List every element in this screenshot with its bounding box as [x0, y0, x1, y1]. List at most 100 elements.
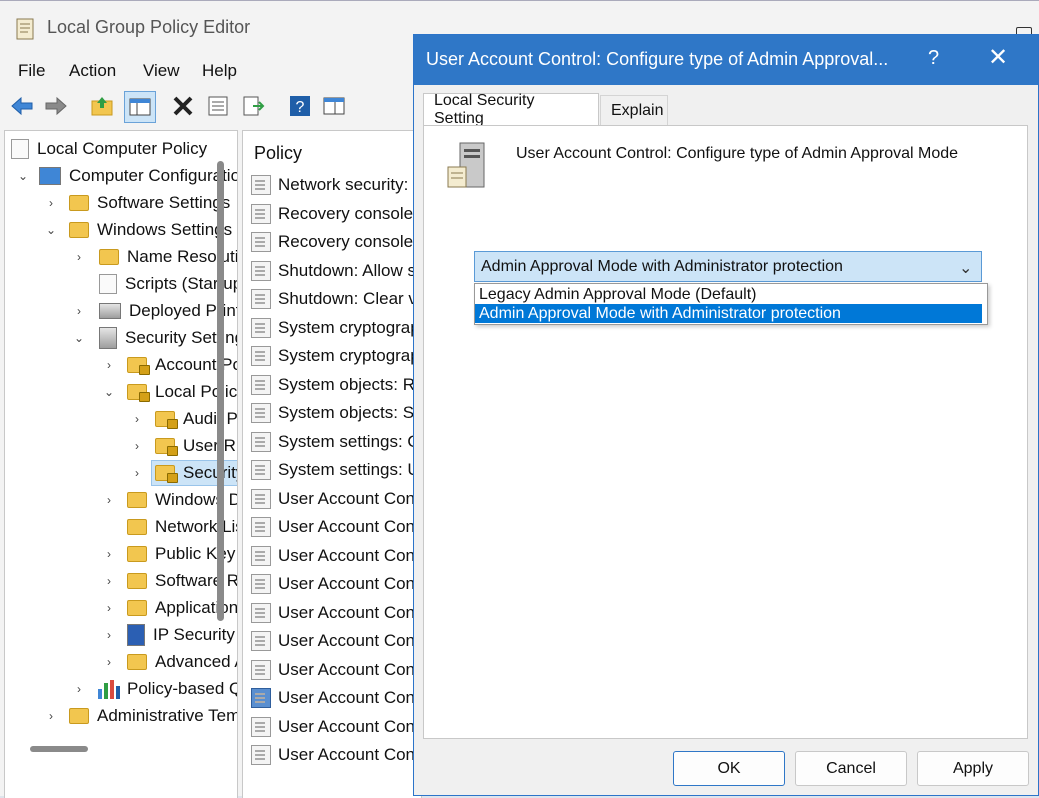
policy-icon: [251, 603, 271, 623]
option-legacy[interactable]: Legacy Admin Approval Mode (Default): [475, 285, 982, 304]
policy-row[interactable]: Shutdown: Allow system to be shut down w…: [251, 258, 421, 284]
chevron-down-icon[interactable]: ⌄: [45, 223, 57, 237]
chevron-right-icon[interactable]: ›: [73, 250, 85, 264]
menu-view[interactable]: View: [143, 61, 180, 81]
policy-row[interactable]: User Account Control: Behavior of the el…: [251, 571, 421, 597]
chevron-right-icon[interactable]: ›: [103, 628, 115, 642]
apply-button[interactable]: Apply: [917, 751, 1029, 786]
menu-help[interactable]: Help: [202, 61, 237, 81]
tree-item[interactable]: Software Settings: [69, 190, 230, 216]
chevron-down-icon[interactable]: ⌄: [73, 331, 85, 345]
tree-horizontal-scrollbar[interactable]: [30, 746, 88, 752]
folder-icon: [127, 546, 147, 562]
policy-row[interactable]: Network security: Restrict NTLM: [251, 172, 421, 198]
chevron-right-icon[interactable]: ›: [131, 412, 143, 426]
folder-icon: [69, 708, 89, 724]
delete-icon[interactable]: [170, 93, 196, 119]
help-icon[interactable]: ?: [287, 93, 313, 119]
chevron-right-icon[interactable]: ›: [131, 466, 143, 480]
tree-vertical-scrollbar[interactable]: [217, 161, 224, 621]
policy-row-selected[interactable]: User Account Control: Configure type of …: [251, 685, 421, 711]
policy-icon: [251, 631, 271, 651]
policy-column-header[interactable]: Policy: [254, 143, 302, 164]
menu-action[interactable]: Action: [69, 61, 116, 81]
tree-item[interactable]: Audit Policy: [155, 406, 237, 432]
policy-row[interactable]: System objects: Require case insensitivi…: [251, 372, 421, 398]
tree-item[interactable]: Local Computer Policy: [11, 136, 207, 162]
chevron-down-icon[interactable]: ⌄: [959, 258, 972, 278]
export-icon[interactable]: [240, 93, 266, 119]
tab-local-security-setting[interactable]: Local Security Setting: [423, 92, 599, 127]
properties-dialog: User Account Control: Configure type of …: [413, 34, 1039, 796]
policy-row[interactable]: User Account Control: Admin Approval Mod…: [251, 486, 421, 512]
app-title: Local Group Policy Editor: [47, 17, 251, 37]
tree-item[interactable]: Advanced Audit Policy Configuration: [127, 649, 237, 675]
tree-item[interactable]: User Rights Assignment: [155, 433, 237, 459]
policy-row[interactable]: System objects: Strengthen default permi…: [251, 400, 421, 426]
policy-icon: [251, 232, 271, 252]
option-admin-protection[interactable]: Admin Approval Mode with Administrator p…: [475, 304, 982, 323]
policy-row[interactable]: User Account Control: Only elevate execu…: [251, 628, 421, 654]
tree-item[interactable]: Administrative Templates: [69, 703, 237, 729]
policy-icon: [251, 289, 271, 309]
chevron-down-icon[interactable]: ⌄: [17, 169, 29, 183]
policy-row[interactable]: Recovery console: Allow automatic admini…: [251, 201, 421, 227]
policy-icon: [251, 318, 271, 338]
policy-row[interactable]: User Account Control: Detect application…: [251, 600, 421, 626]
policy-row[interactable]: Shutdown: Clear virtual memory pagefile: [251, 286, 421, 312]
chevron-right-icon[interactable]: ›: [103, 601, 115, 615]
tree-pane: Local Computer Policy ⌄ Computer Configu…: [4, 130, 238, 798]
tree-item-selected[interactable]: Security Options: [151, 460, 237, 486]
svg-text:?: ?: [296, 99, 305, 116]
menu-file[interactable]: File: [18, 61, 45, 81]
back-arrow-icon[interactable]: [9, 93, 35, 119]
policy-row[interactable]: System settings: Optional subsystems: [251, 429, 421, 455]
policy-row[interactable]: User Account Control: Switch to the secu…: [251, 742, 421, 768]
tree-item[interactable]: Computer Configuration: [39, 163, 237, 189]
chevron-right-icon[interactable]: ›: [103, 493, 115, 507]
chevron-right-icon[interactable]: ›: [103, 547, 115, 561]
chevron-right-icon[interactable]: ›: [73, 682, 85, 696]
folder-icon: [127, 600, 147, 616]
close-icon[interactable]: ✕: [988, 43, 1008, 72]
policy-row[interactable]: System settings: Use certificate rules: [251, 457, 421, 483]
chevron-right-icon[interactable]: ›: [131, 439, 143, 453]
policy-icon: [251, 346, 271, 366]
forward-arrow-icon[interactable]: [43, 93, 69, 119]
up-folder-icon[interactable]: [89, 93, 115, 119]
chevron-right-icon[interactable]: ›: [103, 574, 115, 588]
policy-row[interactable]: Recovery console: Allow floppy copy and …: [251, 229, 421, 255]
policy-icon: [251, 432, 271, 452]
show-hide-tree-icon[interactable]: [124, 91, 156, 123]
ok-button[interactable]: OK: [673, 751, 785, 786]
policy-icon: [251, 204, 271, 224]
console-icon[interactable]: [321, 93, 347, 119]
folder-icon: [127, 654, 147, 670]
approval-mode-select[interactable]: Admin Approval Mode with Administrator p…: [474, 251, 982, 282]
cancel-button[interactable]: Cancel: [795, 751, 907, 786]
policy-icon: [251, 688, 271, 708]
policy-row[interactable]: User Account Control: Only elevate UIAcc…: [251, 657, 421, 683]
policy-row[interactable]: User Account Control: Behavior of the el…: [251, 543, 421, 569]
tree-item[interactable]: Policy-based QoS: [97, 676, 237, 702]
chevron-right-icon[interactable]: ›: [73, 304, 85, 318]
properties-icon[interactable]: [205, 93, 231, 119]
tab-explain[interactable]: Explain: [600, 95, 668, 125]
policy-icon: [251, 745, 271, 765]
policy-row[interactable]: User Account Control: Allow UIAccess app…: [251, 514, 421, 540]
chevron-down-icon[interactable]: ⌄: [103, 385, 115, 399]
printer-icon: [99, 303, 121, 319]
policy-row[interactable]: User Account Control: Run all administra…: [251, 714, 421, 740]
policy-row[interactable]: System cryptography: Force strong key pr…: [251, 315, 421, 341]
chevron-right-icon[interactable]: ›: [103, 358, 115, 372]
policy-row[interactable]: System cryptography: Use FIPS compliant …: [251, 343, 421, 369]
chevron-right-icon[interactable]: ›: [103, 655, 115, 669]
policy-icon: [251, 546, 271, 566]
tree-item[interactable]: IP Security Policies: [127, 622, 237, 648]
computer-icon: [39, 167, 61, 185]
chevron-right-icon[interactable]: ›: [45, 196, 57, 210]
chevron-right-icon[interactable]: ›: [45, 709, 57, 723]
help-button[interactable]: ?: [928, 47, 939, 70]
policy-scroll-icon: [16, 18, 34, 40]
tree-item[interactable]: Windows Settings: [69, 217, 232, 243]
